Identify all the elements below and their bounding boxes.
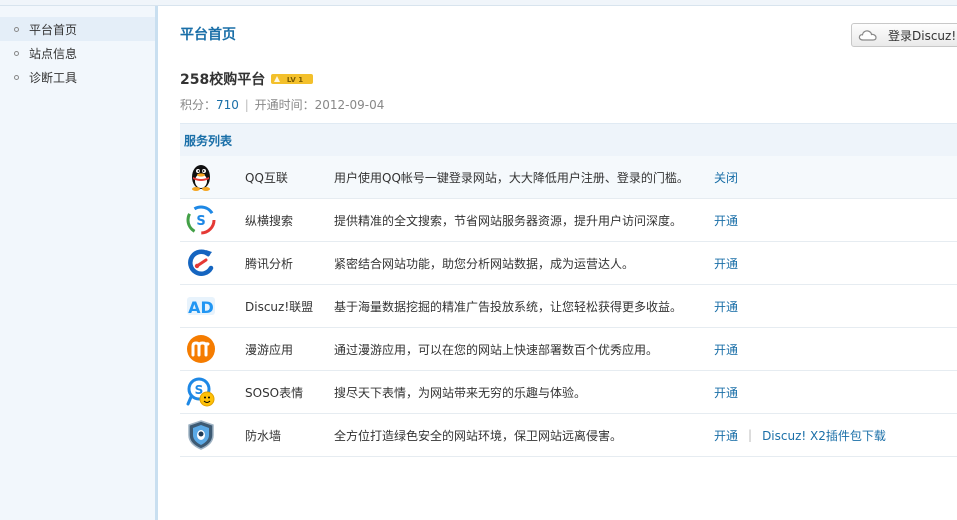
sidebar-item-label: 站点信息 <box>29 46 78 61</box>
service-description: 基于海量数据挖掘的精准广告投放系统，让您轻松获得更多收益。 <box>334 299 683 314</box>
site-name-row: 258校购平台 LV 1 <box>180 69 314 89</box>
table-row: S 纵横搜索 提供精准的全文搜索，节省网站服务器资源，提升用户访问深度。 开通 <box>180 199 957 242</box>
points-value: 710 <box>216 98 239 112</box>
table-row: AD Discuz!联盟 基于海量数据挖掘的精准广告投放系统，让您轻松获得更多收… <box>180 285 957 328</box>
service-name: 纵横搜索 <box>245 213 294 228</box>
level-badge-icon: LV 1 <box>271 74 314 84</box>
table-row: 腾讯分析 紧密结合网站功能，助您分析网站数据，成为运营达人。 开通 <box>180 242 957 285</box>
sidebar: 平台首页 站点信息 诊断工具 <box>0 6 158 520</box>
meta-separator: | <box>244 98 249 112</box>
service-action-link[interactable]: 关闭 <box>714 169 738 186</box>
service-description: 用户使用QQ帐号一键登录网站，大大降低用户注册、登录的门槛。 <box>334 170 689 185</box>
svg-text:S: S <box>196 214 205 229</box>
sidebar-item-home[interactable]: 平台首页 <box>0 17 155 41</box>
bullet-icon <box>14 50 19 56</box>
sidebar-item-site-info[interactable]: 站点信息 <box>0 41 155 65</box>
service-action-link[interactable]: 开通 <box>714 298 738 315</box>
service-description: 通过漫游应用，可以在您的网站上快速部署数百个优秀应用。 <box>334 342 659 357</box>
table-row: S SOSO表情 搜尽天下表情，为网站带来无穷的乐趣与体验。 开通 <box>180 371 957 414</box>
sidebar-item-label: 平台首页 <box>29 22 78 37</box>
service-name: QQ互联 <box>245 170 288 185</box>
svg-text:AD: AD <box>188 298 214 317</box>
opened-value: 2012-09-04 <box>314 98 385 112</box>
service-description: 全方位打造绿色安全的网站环境，保卫网站远离侵害。 <box>334 428 623 443</box>
cloud-icon <box>858 30 877 41</box>
service-name: 漫游应用 <box>245 342 294 357</box>
qq-penguin-icon <box>192 165 210 191</box>
table-row: 防水墙 全方位打造绿色安全的网站环境，保卫网站远离侵害。 开通 | Discuz… <box>180 414 957 457</box>
service-action-link[interactable]: 开通 <box>714 212 738 229</box>
site-meta: 积分：710 | 开通时间：2012-09-04 <box>180 96 384 113</box>
service-name: 腾讯分析 <box>245 256 294 271</box>
service-action-link[interactable]: 开通 <box>714 427 738 444</box>
search-s-icon: S <box>186 205 216 235</box>
service-name: 防水墙 <box>245 428 282 443</box>
table-row: 漫游应用 通过漫游应用，可以在您的网站上快速部署数百个优秀应用。 开通 <box>180 328 957 371</box>
service-name: Discuz!联盟 <box>245 299 314 314</box>
login-button-label: 登录Discuz! <box>888 28 957 43</box>
page-title: 平台首页 <box>180 27 236 43</box>
service-action-link[interactable]: 开通 <box>714 255 738 272</box>
site-name: 258校购平台 <box>180 72 266 88</box>
opened-label: 开通时间： <box>254 98 315 112</box>
analytics-icon <box>188 249 214 276</box>
service-action-link[interactable]: 开通 <box>714 384 738 401</box>
table-row: QQ互联 用户使用QQ帐号一键登录网站，大大降低用户注册、登录的门槛。 关闭 <box>180 156 957 199</box>
sidebar-item-diagnostics[interactable]: 诊断工具 <box>0 65 155 89</box>
bullet-icon <box>14 26 19 32</box>
soso-emoticon-icon: S <box>186 377 215 407</box>
login-discuz-button[interactable]: 登录Discuz! <box>851 23 957 47</box>
bullet-icon <box>14 74 19 80</box>
manyou-icon <box>187 335 215 363</box>
service-description: 紧密结合网站功能，助您分析网站数据，成为运营达人。 <box>334 256 635 271</box>
service-description: 搜尽天下表情，为网站带来无穷的乐趣与体验。 <box>334 385 587 400</box>
service-name: SOSO表情 <box>245 385 304 400</box>
level-badge-text: LV 1 <box>287 76 303 84</box>
points-label: 积分： <box>180 98 217 112</box>
service-list-title: 服务列表 <box>180 123 957 156</box>
service-action-link[interactable]: 开通 <box>714 341 738 358</box>
service-description: 提供精准的全文搜索，节省网站服务器资源，提升用户访问深度。 <box>334 213 683 228</box>
plugin-download-link[interactable]: Discuz! X2插件包下载 <box>762 427 886 444</box>
ad-icon: AD <box>187 297 215 317</box>
sidebar-item-label: 诊断工具 <box>29 70 78 85</box>
action-separator: | <box>748 428 753 442</box>
service-list: 服务列表 QQ互联 用户使用QQ帐号一键登录网站，大大降低用户注册、登录的门槛。… <box>180 123 957 457</box>
firewall-shield-icon <box>188 420 214 450</box>
